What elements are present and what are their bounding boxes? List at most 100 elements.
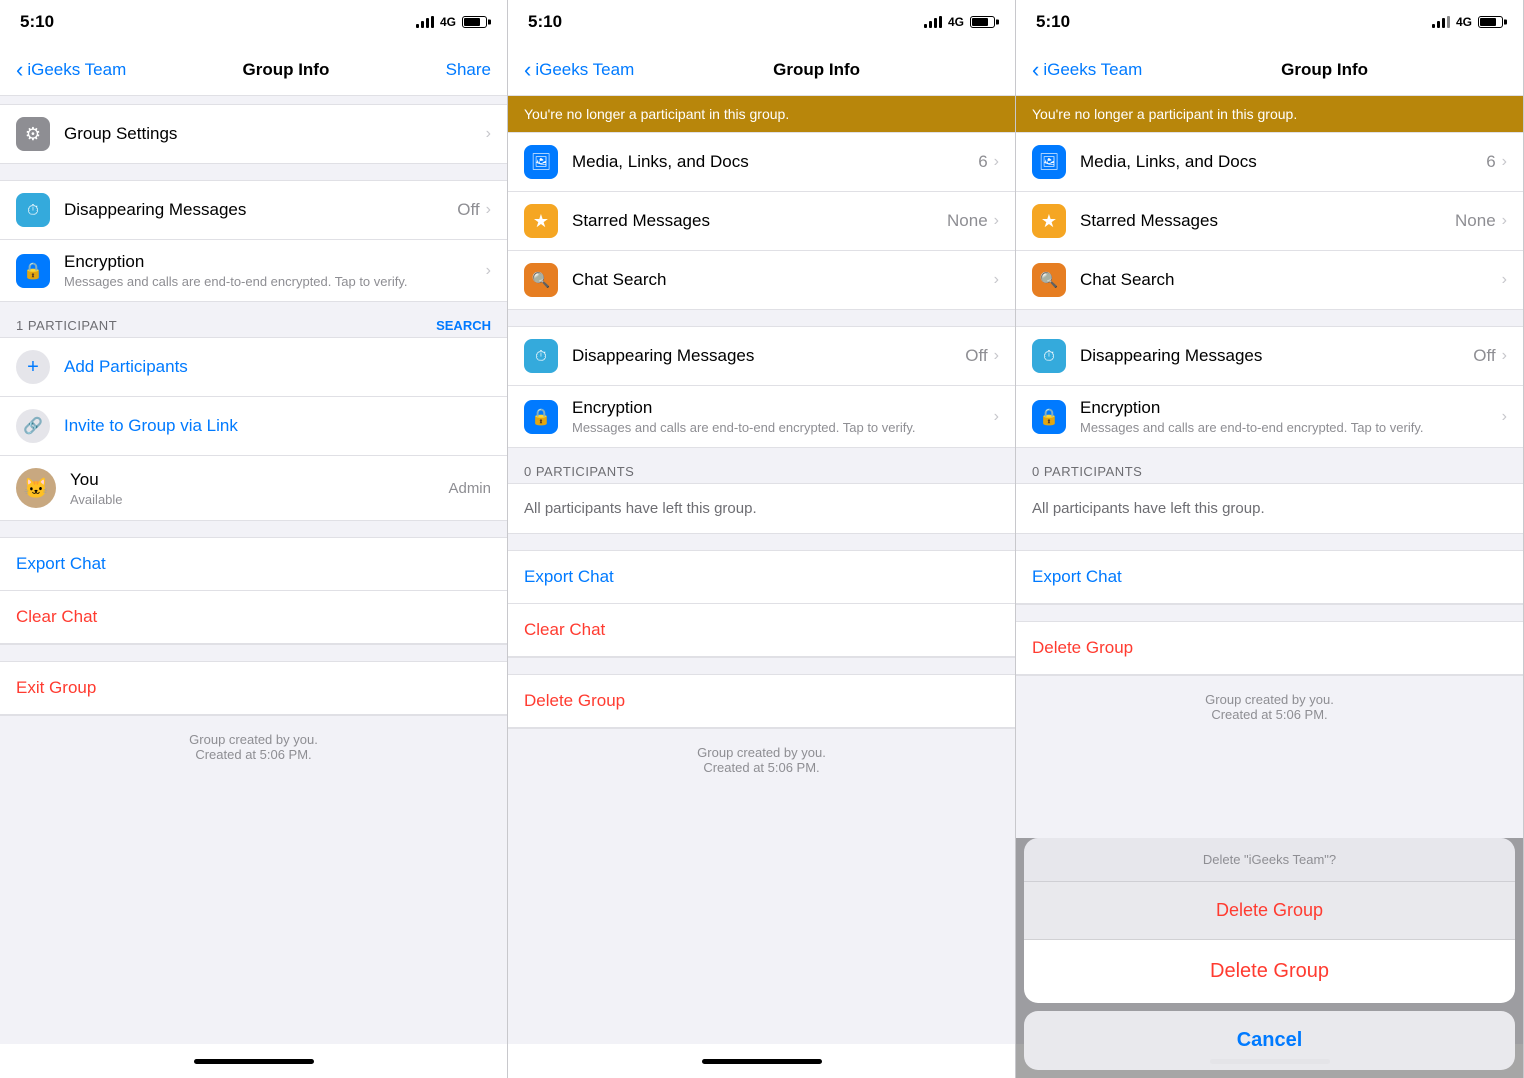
features-section-1: ⏱ Disappearing Messages Off › 🔒 Encrypti… xyxy=(0,180,507,302)
group-settings-item[interactable]: ⚙ Group Settings › xyxy=(0,105,507,163)
you-status: Available xyxy=(70,492,448,507)
chevron-icon-3: › xyxy=(486,262,491,280)
home-indicator-2 xyxy=(508,1044,1015,1078)
disappearing-messages-item-2[interactable]: ⏱ Disappearing Messages Off › xyxy=(508,327,1015,386)
encryption-subtitle-3: Messages and calls are end-to-end encryp… xyxy=(1080,420,1502,435)
encryption-item-3[interactable]: 🔒 Encryption Messages and calls are end-… xyxy=(1016,386,1523,447)
encryption-item-1[interactable]: 🔒 Encryption Messages and calls are end-… xyxy=(0,240,507,301)
exit-group-btn[interactable]: Exit Group xyxy=(0,662,507,715)
nav-share-1[interactable]: Share xyxy=(446,60,491,80)
starred-chevron-3: › xyxy=(1502,212,1507,230)
nav-back-label-2: iGeeks Team xyxy=(535,60,634,80)
export-chat-btn-3[interactable]: Export Chat xyxy=(1016,551,1523,604)
panel-2: 5:10 4G ‹ iGeeks Team Group Info You're … xyxy=(508,0,1016,1078)
empty-participants-2: All participants have left this group. xyxy=(508,483,1015,534)
gear-icon: ⚙ xyxy=(16,117,50,151)
you-role: Admin xyxy=(448,480,491,497)
export-chat-btn-1[interactable]: Export Chat xyxy=(0,538,507,591)
exit-group-section: Exit Group xyxy=(0,661,507,716)
status-time-3: 5:10 xyxy=(1036,12,1070,32)
nav-bar-1: ‹ iGeeks Team Group Info Share xyxy=(0,44,507,96)
link-icon: 🔗 xyxy=(16,409,50,443)
nav-back-3[interactable]: ‹ iGeeks Team xyxy=(1032,59,1142,81)
action-sheet: Delete "iGeeks Team"? Delete Group Delet… xyxy=(1024,838,1515,1003)
disappearing-value-3: Off xyxy=(1473,346,1495,366)
action-sheet-title: Delete "iGeeks Team"? xyxy=(1024,838,1515,882)
nav-title-2: Group Info xyxy=(773,60,860,80)
action-sheet-overlay: Delete "iGeeks Team"? Delete Group Delet… xyxy=(1016,838,1523,1078)
battery-icon-3 xyxy=(1478,16,1503,28)
avatar-you: 🐱 xyxy=(16,468,56,508)
action-sheet-delete-confirm-btn[interactable]: Delete Group xyxy=(1024,940,1515,1003)
encryption-subtitle-2: Messages and calls are end-to-end encryp… xyxy=(572,420,994,435)
participants-header-3: 0 PARTICIPANTS xyxy=(1016,456,1523,483)
battery-icon-2 xyxy=(970,16,995,28)
photo-icon-2: 🖼 xyxy=(524,145,558,179)
footer-3: Group created by you.Created at 5:06 PM. xyxy=(1016,684,1523,730)
group-settings-section: ⚙ Group Settings › xyxy=(0,104,507,164)
action-sheet-cancel-btn[interactable]: Cancel xyxy=(1024,1011,1515,1070)
participants-section-1: + Add Participants 🔗 Invite to Group via… xyxy=(0,337,507,521)
status-bar-1: 5:10 4G xyxy=(0,0,507,44)
chat-search-item-2[interactable]: 🔍 Chat Search › xyxy=(508,251,1015,309)
export-chat-btn-2[interactable]: Export Chat xyxy=(508,551,1015,604)
you-name: You xyxy=(70,470,448,490)
features-section-2: ⏱ Disappearing Messages Off › 🔒 Encrypti… xyxy=(508,326,1015,448)
group-settings-title: Group Settings xyxy=(64,124,177,143)
lock-icon-1: 🔒 xyxy=(16,254,50,288)
carrier-3: 4G xyxy=(1456,15,1472,29)
encryption-chevron-2: › xyxy=(994,408,999,426)
chat-search-item-3[interactable]: 🔍 Chat Search › xyxy=(1016,251,1523,309)
warning-banner-2: You're no longer a participant in this g… xyxy=(508,96,1015,132)
clear-chat-btn-2[interactable]: Clear Chat xyxy=(508,604,1015,657)
nav-back-2[interactable]: ‹ iGeeks Team xyxy=(524,59,634,81)
delete-group-btn-3[interactable]: Delete Group xyxy=(1016,622,1523,675)
search-chevron-2: › xyxy=(994,271,999,289)
content-2: 🖼 Media, Links, and Docs 6 › ★ Starred M… xyxy=(508,132,1015,1044)
encryption-title-3: Encryption xyxy=(1080,398,1502,418)
media-links-docs-item-3[interactable]: 🖼 Media, Links, and Docs 6 › xyxy=(1016,133,1523,192)
carrier-2: 4G xyxy=(948,15,964,29)
panel-1: 5:10 4G ‹ iGeeks Team Group Info Share xyxy=(0,0,508,1078)
nav-back-1[interactable]: ‹ iGeeks Team xyxy=(16,59,126,81)
nav-back-label-3: iGeeks Team xyxy=(1043,60,1142,80)
media-chevron-3: › xyxy=(1502,153,1507,171)
status-icons-1: 4G xyxy=(416,15,487,29)
disappearing-messages-item-1[interactable]: ⏱ Disappearing Messages Off › xyxy=(0,181,507,240)
status-time-2: 5:10 xyxy=(528,12,562,32)
features-section-3: ⏱ Disappearing Messages Off › 🔒 Encrypti… xyxy=(1016,326,1523,448)
disappearing-chevron-2: › xyxy=(994,347,999,365)
signal-icon-3 xyxy=(1432,16,1450,28)
you-participant-item[interactable]: 🐱 You Available Admin xyxy=(0,456,507,520)
starred-messages-item-3[interactable]: ★ Starred Messages None › xyxy=(1016,192,1523,251)
photo-icon-3: 🖼 xyxy=(1032,145,1066,179)
delete-group-btn-2[interactable]: Delete Group xyxy=(508,675,1015,728)
actions-section-2: Export Chat Clear Chat xyxy=(508,550,1015,658)
starred-chevron-2: › xyxy=(994,212,999,230)
starred-messages-item-2[interactable]: ★ Starred Messages None › xyxy=(508,192,1015,251)
signal-icon-1 xyxy=(416,16,434,28)
clear-chat-btn-1[interactable]: Clear Chat xyxy=(0,591,507,644)
participants-search-1[interactable]: SEARCH xyxy=(436,318,491,333)
media-value-3: 6 xyxy=(1486,152,1495,172)
participants-header-2: 0 PARTICIPANTS xyxy=(508,456,1015,483)
media-section-3: 🖼 Media, Links, and Docs 6 › ★ Starred M… xyxy=(1016,132,1523,310)
status-bar-3: 5:10 4G xyxy=(1016,0,1523,44)
media-links-docs-item-2[interactable]: 🖼 Media, Links, and Docs 6 › xyxy=(508,133,1015,192)
disappearing-messages-item-3[interactable]: ⏱ Disappearing Messages Off › xyxy=(1016,327,1523,386)
invite-link-item[interactable]: 🔗 Invite to Group via Link xyxy=(0,397,507,456)
delete-group-section-3: Delete Group xyxy=(1016,621,1523,676)
invite-link-label: Invite to Group via Link xyxy=(64,416,238,436)
timer-icon-2: ⏱ xyxy=(524,339,558,373)
action-sheet-delete-btn[interactable]: Delete Group xyxy=(1024,882,1515,940)
lock-icon-2: 🔒 xyxy=(524,400,558,434)
star-icon-3: ★ xyxy=(1032,204,1066,238)
starred-title-2: Starred Messages xyxy=(572,211,710,230)
disappearing-value-1: Off xyxy=(457,200,479,220)
encryption-item-2[interactable]: 🔒 Encryption Messages and calls are end-… xyxy=(508,386,1015,447)
encryption-title-1: Encryption xyxy=(64,252,144,271)
home-bar-2 xyxy=(702,1059,822,1064)
add-participants-item[interactable]: + Add Participants xyxy=(0,338,507,397)
timer-icon-3: ⏱ xyxy=(1032,339,1066,373)
footer-2: Group created by you.Created at 5:06 PM. xyxy=(508,737,1015,783)
